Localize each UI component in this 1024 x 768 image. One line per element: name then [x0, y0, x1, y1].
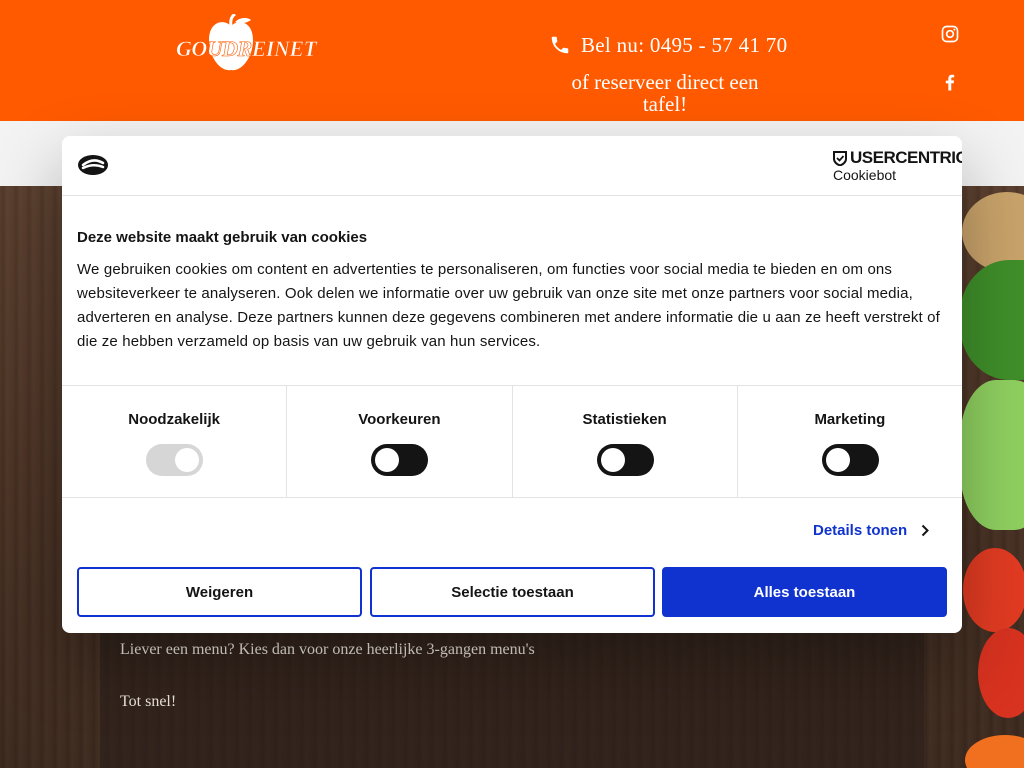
deny-button[interactable]: Weigeren — [77, 567, 362, 617]
dialog-text: We gebruiken cookies om content en adver… — [77, 261, 940, 350]
allow-selection-button[interactable]: Selectie toestaan — [370, 567, 655, 617]
logo-text: Goudreinet — [176, 36, 318, 62]
consent-categories: Noodzakelijk Voorkeuren Statistieken Mar… — [62, 385, 962, 498]
facebook-icon[interactable] — [940, 72, 960, 92]
statistics-toggle[interactable] — [596, 444, 654, 476]
site-header: Goudreinet Bel nu: 0495 - 57 41 70 of re… — [0, 0, 1024, 121]
dialog-header: USERCENTRICS Cookiebot — [62, 136, 962, 196]
marketing-toggle[interactable] — [821, 444, 879, 476]
usercentrics-brand[interactable]: USERCENTRICS Cookiebot — [833, 149, 962, 183]
allow-all-button[interactable]: Alles toestaan — [662, 567, 947, 617]
dialog-body: Deze website maakt gebruik van cookies W… — [77, 228, 947, 354]
phone-icon — [551, 36, 569, 54]
usercentrics-title: USERCENTRICS — [850, 148, 962, 167]
category-label: Statistieken — [582, 411, 667, 428]
category-marketing: Marketing — [738, 386, 962, 497]
category-preferences: Voorkeuren — [287, 386, 513, 497]
necessary-toggle — [146, 444, 204, 476]
closing-text: Tot snel! — [120, 693, 177, 710]
category-label: Voorkeuren — [358, 411, 441, 428]
dialog-title: Deze website maakt gebruik van cookies — [77, 229, 368, 246]
call-number[interactable]: Bel nu: 0495 - 57 41 70 — [581, 33, 787, 58]
goudreinet-logo[interactable]: Goudreinet — [176, 14, 318, 76]
cookie-consent-dialog: USERCENTRICS Cookiebot Deze website maak… — [62, 136, 962, 633]
category-label: Marketing — [814, 411, 886, 428]
pepper-image — [960, 380, 1024, 530]
category-statistics: Statistieken — [513, 386, 738, 497]
shield-icon — [833, 150, 847, 166]
details-link[interactable]: Details tonen — [813, 522, 930, 539]
reserve-link[interactable]: of reserveer direct een tafel! — [556, 71, 774, 115]
call-row[interactable]: Bel nu: 0495 - 57 41 70 — [549, 30, 787, 60]
menu-text: Liever een menu? Kies dan voor onze heer… — [120, 641, 535, 658]
instagram-icon[interactable] — [940, 24, 960, 44]
details-label: Details tonen — [813, 522, 908, 539]
preferences-toggle[interactable] — [371, 444, 429, 476]
category-label: Noodzakelijk — [128, 411, 220, 428]
category-necessary: Noodzakelijk — [62, 386, 288, 497]
tomato-image — [963, 548, 1024, 632]
cookiebot-subtitle: Cookiebot — [833, 167, 897, 183]
chevron-right-icon — [921, 524, 930, 537]
cookie-logo-icon — [78, 155, 108, 175]
